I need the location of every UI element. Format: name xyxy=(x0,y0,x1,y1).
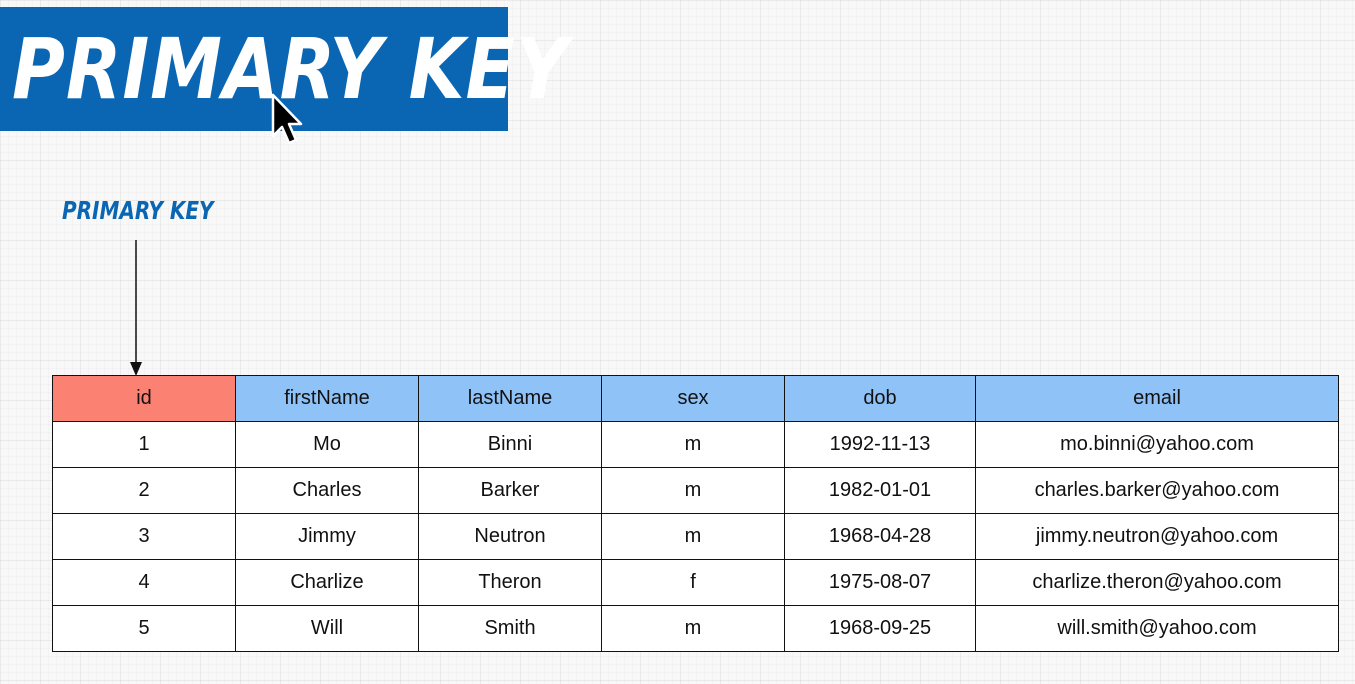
cell-email: charles.barker@yahoo.com xyxy=(975,467,1339,514)
cell-id: 5 xyxy=(52,605,236,652)
cell-lastname: Binni xyxy=(418,421,602,468)
cell-sex: m xyxy=(601,605,785,652)
column-header-email: email xyxy=(975,375,1339,422)
cell-firstname: Jimmy xyxy=(235,513,419,560)
cell-lastname: Smith xyxy=(418,605,602,652)
column-header-sex: sex xyxy=(601,375,785,422)
cell-dob: 1968-04-28 xyxy=(784,513,976,560)
cell-dob: 1982-01-01 xyxy=(784,467,976,514)
column-header-id: id xyxy=(52,375,236,422)
mouse-cursor-icon xyxy=(271,93,303,145)
table-row: 5 Will Smith m 1968-09-25 will.smith@yah… xyxy=(52,605,1339,652)
cell-firstname: Charlize xyxy=(235,559,419,606)
cell-sex: m xyxy=(601,467,785,514)
users-table: id firstName lastName sex dob email 1 Mo… xyxy=(52,375,1339,652)
cell-firstname: Mo xyxy=(235,421,419,468)
cell-email: mo.binni@yahoo.com xyxy=(975,421,1339,468)
cell-dob: 1992-11-13 xyxy=(784,421,976,468)
table-header-row: id firstName lastName sex dob email xyxy=(52,375,1339,422)
cell-sex: f xyxy=(601,559,785,606)
cell-id: 3 xyxy=(52,513,236,560)
primary-key-annotation-label: PRIMARY KEY xyxy=(62,196,214,225)
column-header-dob: dob xyxy=(784,375,976,422)
cell-firstname: Will xyxy=(235,605,419,652)
cell-sex: m xyxy=(601,513,785,560)
cell-sex: m xyxy=(601,421,785,468)
arrow-down-icon xyxy=(130,240,142,376)
cell-dob: 1968-09-25 xyxy=(784,605,976,652)
table-row: 3 Jimmy Neutron m 1968-04-28 jimmy.neutr… xyxy=(52,513,1339,560)
cell-lastname: Theron xyxy=(418,559,602,606)
cell-email: will.smith@yahoo.com xyxy=(975,605,1339,652)
cell-firstname: Charles xyxy=(235,467,419,514)
cell-lastname: Barker xyxy=(418,467,602,514)
cell-email: charlize.theron@yahoo.com xyxy=(975,559,1339,606)
cell-dob: 1975-08-07 xyxy=(784,559,976,606)
cell-id: 2 xyxy=(52,467,236,514)
table-row: 1 Mo Binni m 1992-11-13 mo.binni@yahoo.c… xyxy=(52,421,1339,468)
table-row: 4 Charlize Theron f 1975-08-07 charlize.… xyxy=(52,559,1339,606)
cell-email: jimmy.neutron@yahoo.com xyxy=(975,513,1339,560)
cell-id: 1 xyxy=(52,421,236,468)
title-banner: PRIMARY KEY xyxy=(0,7,568,131)
cell-id: 4 xyxy=(52,559,236,606)
table-row: 2 Charles Barker m 1982-01-01 charles.ba… xyxy=(52,467,1339,514)
column-header-lastname: lastName xyxy=(418,375,602,422)
cell-lastname: Neutron xyxy=(418,513,602,560)
column-header-firstname: firstName xyxy=(235,375,419,422)
